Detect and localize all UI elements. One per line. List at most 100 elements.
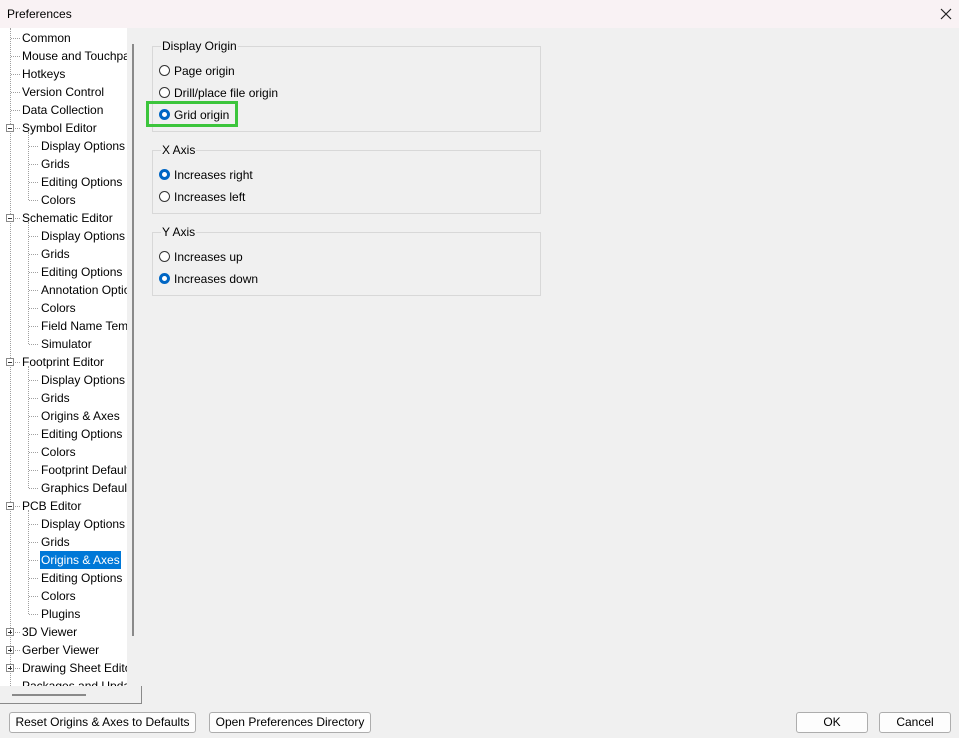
group-title: Display Origin — [161, 39, 238, 53]
tree-item[interactable]: Common — [0, 29, 127, 47]
tree-item[interactable]: Schematic Editor — [0, 209, 127, 227]
expand-icon[interactable] — [6, 628, 14, 636]
radio-button[interactable] — [159, 87, 170, 98]
radio-button[interactable] — [159, 273, 170, 284]
tree-item-label: Common — [22, 31, 71, 45]
tree-item-label: Display Options — [41, 517, 126, 531]
tree-item[interactable]: Editing Options — [0, 569, 127, 587]
tree-item-label: Data Collection — [22, 103, 104, 117]
tree-item[interactable]: Footprint Editor — [0, 353, 127, 371]
tree-item[interactable]: Colors — [0, 191, 127, 209]
tree-item-label: Display Options — [41, 373, 126, 387]
tree-connector — [29, 596, 38, 597]
tree-item[interactable]: Footprint Defaults — [0, 461, 127, 479]
tree-item-label: Field Name Templates — [41, 319, 127, 333]
tree-item[interactable]: Graphics Defaults — [0, 479, 127, 497]
tree-item-label: Graphics Defaults — [41, 481, 127, 495]
tree-connector — [29, 182, 38, 183]
tree-item[interactable]: Field Name Templates — [0, 317, 127, 335]
tree-item[interactable]: Simulator — [0, 335, 127, 353]
collapse-icon[interactable] — [6, 502, 14, 510]
tree-connector — [11, 74, 20, 75]
collapse-icon[interactable] — [6, 358, 14, 366]
preferences-tree[interactable]: Common Mouse and Touchpad Hotkeys Version C… — [0, 28, 127, 688]
tree-item[interactable]: Display Options — [0, 227, 127, 245]
tree-item[interactable]: Grids — [0, 245, 127, 263]
tree-connector — [29, 326, 38, 327]
tree-connector — [29, 236, 38, 237]
tree-item[interactable]: Mouse and Touchpad — [0, 47, 127, 65]
tree-item[interactable]: Grids — [0, 155, 127, 173]
collapse-icon[interactable] — [6, 124, 14, 132]
tree-item-label: Simulator — [41, 337, 92, 351]
tree-connector — [29, 524, 38, 525]
tree-item-label: Grids — [41, 157, 70, 171]
open-preferences-directory-button[interactable]: Open Preferences Directory — [209, 712, 371, 733]
reset-defaults-button[interactable]: Reset Origins & Axes to Defaults — [9, 712, 196, 733]
tree-item[interactable]: Gerber Viewer — [0, 641, 127, 659]
tree-item[interactable]: Plugins — [0, 605, 127, 623]
radio-button[interactable] — [159, 251, 170, 262]
expand-icon[interactable] — [6, 646, 14, 654]
tree-item[interactable]: PCB Editor — [0, 497, 127, 515]
tree-item[interactable]: Colors — [0, 443, 127, 461]
cancel-button[interactable]: Cancel — [879, 712, 951, 733]
radio-button[interactable] — [159, 65, 170, 76]
tree-connector — [29, 416, 38, 417]
ok-button[interactable]: OK — [796, 712, 868, 733]
tree-item[interactable]: Display Options — [0, 515, 127, 533]
tree-connector — [11, 38, 20, 39]
close-button[interactable] — [932, 0, 959, 28]
tree-connector — [11, 56, 20, 57]
radio-label: Increases left — [174, 190, 246, 204]
tree-connector — [29, 344, 38, 345]
tree-item-label: Editing Options — [41, 175, 123, 189]
tree-item-label: Editing Options — [41, 571, 123, 585]
collapse-icon[interactable] — [6, 214, 14, 222]
tree-connector — [29, 452, 38, 453]
tree-item-label: Origins & Axes — [40, 551, 121, 569]
tree-item[interactable]: Data Collection — [0, 101, 127, 119]
radio-label: Increases right — [174, 168, 253, 182]
tree-connector — [29, 290, 38, 291]
tree-item[interactable]: Origins & Axes — [0, 551, 127, 569]
tree-item[interactable]: Origins & Axes — [0, 407, 127, 425]
tree-item[interactable]: Display Options — [0, 137, 127, 155]
tree-item[interactable]: Colors — [0, 299, 127, 317]
tree-item[interactable]: Hotkeys — [0, 65, 127, 83]
tree-connector — [29, 614, 38, 615]
tree-connector — [29, 164, 38, 165]
panel-splitter[interactable] — [132, 44, 134, 636]
radio-label: Drill/place file origin — [174, 86, 279, 100]
tree-item[interactable]: Editing Options — [0, 425, 127, 443]
tree-item[interactable]: Display Options — [0, 371, 127, 389]
tree-item[interactable]: Colors — [0, 587, 127, 605]
tree-item-label: Display Options — [41, 139, 126, 153]
tree-horizontal-scrollbar[interactable] — [0, 686, 142, 704]
radio-button[interactable] — [159, 191, 170, 202]
group-title: X Axis — [161, 143, 197, 157]
scrollbar-border — [0, 703, 142, 704]
scrollbar-thumb[interactable] — [12, 694, 86, 696]
tree-item[interactable]: Drawing Sheet Editor — [0, 659, 127, 677]
tree-item-label: Drawing Sheet Editor — [22, 661, 127, 675]
tree-item[interactable]: 3D Viewer — [0, 623, 127, 641]
tree-item[interactable]: Annotation Options — [0, 281, 127, 299]
expand-icon[interactable] — [6, 664, 14, 672]
tree-item[interactable]: Grids — [0, 389, 127, 407]
tree-item[interactable]: Editing Options — [0, 173, 127, 191]
tree-connector — [29, 578, 38, 579]
tree-item-label: Hotkeys — [22, 67, 66, 81]
tree-item[interactable]: Editing Options — [0, 263, 127, 281]
tree-item-label: Plugins — [41, 607, 81, 621]
tree-item[interactable]: Version Control — [0, 83, 127, 101]
tree-item-label: Footprint Defaults — [41, 463, 127, 477]
tree-connector — [29, 398, 38, 399]
tree-connector — [29, 380, 38, 381]
radio-button[interactable] — [159, 169, 170, 180]
tree-item[interactable]: Grids — [0, 533, 127, 551]
close-icon — [940, 8, 951, 20]
tree-item[interactable]: Symbol Editor — [0, 119, 127, 137]
tree-connector — [29, 542, 38, 543]
tree-item-label: Grids — [41, 391, 70, 405]
